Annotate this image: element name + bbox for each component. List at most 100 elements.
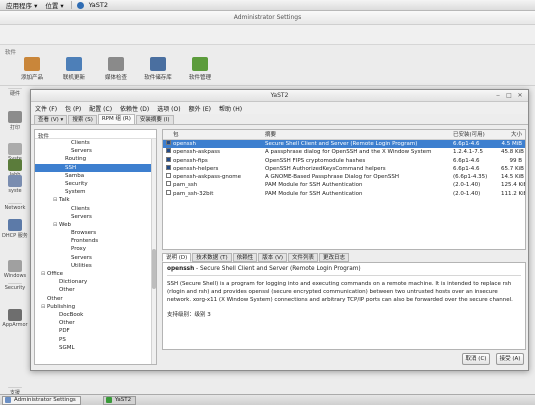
detail-tab-2[interactable]: 技术数据 (T) <box>192 253 232 262</box>
install-checkbox[interactable] <box>165 140 171 145</box>
detail-tab-5[interactable]: 文件列表 <box>288 253 319 262</box>
menu-item-5[interactable]: 选项 (O) <box>157 104 180 113</box>
taskbar-admin-settings[interactable]: Administrator Settings <box>2 395 81 405</box>
admin-left-item-8[interactable]: Windows <box>2 260 28 279</box>
detail-tab-4[interactable]: 版本 (V) <box>258 253 288 262</box>
maximize-icon[interactable]: □ <box>505 92 513 99</box>
menu-item-6[interactable]: 额外 (E) <box>189 104 211 113</box>
install-checkbox[interactable] <box>165 148 171 154</box>
taskbar-yast2[interactable]: YaST2 <box>102 395 137 405</box>
admin-left-item-10[interactable]: AppArmor <box>2 309 28 328</box>
admin-left-item-5[interactable]: syste <box>2 175 28 194</box>
admin-left-item-1[interactable]: 硬件 <box>2 88 28 97</box>
view-tab-4[interactable]: 安装摘要 (I) <box>135 115 174 124</box>
tree-item[interactable]: Dictionary <box>35 278 156 286</box>
tree-item[interactable]: Other <box>35 286 156 294</box>
yast2-window: YaST2 ‒ □ ✕ 文件 (F) 包 (P) 配置 (C) 依赖性 (D) 选项 (… <box>30 89 529 371</box>
admin-tool-4[interactable]: 软件储存库 <box>140 57 176 81</box>
admin-left-item-7[interactable]: DHCP 服务器 <box>2 219 28 239</box>
menu-item-3[interactable]: 配置 (C) <box>89 104 112 113</box>
view-tab-3[interactable]: RPM 组 (R) <box>97 114 135 124</box>
view-tab-1[interactable]: 查看 (V) ▾ <box>34 115 68 124</box>
tree-item[interactable]: Servers <box>35 213 156 221</box>
admin-tool-5[interactable]: 软件管理 <box>182 57 218 81</box>
admin-left-item-6[interactable]: Network <box>2 203 28 211</box>
tree-item[interactable]: Browsers <box>35 229 156 237</box>
detail-tab-3[interactable]: 依赖性 <box>232 253 258 262</box>
tree-item[interactable]: Clients <box>35 205 156 213</box>
package-size: 111.2 KiB <box>501 190 526 197</box>
cancel-button[interactable]: 取消 (C) <box>462 353 490 365</box>
menu-item-7[interactable]: 帮助 (H) <box>219 104 242 113</box>
view-tab-2[interactable]: 搜索 (S) <box>68 115 97 124</box>
tree-item[interactable]: Servers <box>35 147 156 155</box>
package-row[interactable]: openssh Secure Shell Client and Server (R… <box>163 140 525 149</box>
tree-item[interactable]: Proxy <box>35 245 156 253</box>
tree-item[interactable]: Routing <box>35 155 156 163</box>
accept-button[interactable]: 接受 (A) <box>496 353 524 365</box>
menu-item-2[interactable]: 包 (P) <box>65 104 81 113</box>
package-row[interactable]: openssh-fips OpenSSH FIPS cryptomodule ha… <box>163 156 525 165</box>
menu-item-1[interactable]: 文件 (F) <box>35 104 57 113</box>
module-icon <box>8 260 22 272</box>
applications-menu[interactable]: 应用程序 ▾ <box>3 0 42 10</box>
tree-item[interactable]: ⊟ Publishing <box>35 303 156 311</box>
package-version: 6.6p1-4.6 <box>453 157 480 164</box>
package-row[interactable]: openssh-askpass-gnome A GNOME-Based Passp… <box>163 173 525 181</box>
detail-tab-1[interactable]: 说明 (D) <box>162 253 192 262</box>
header-summary[interactable]: 摘要 <box>265 130 453 139</box>
package-row[interactable]: openssh-helpers OpenSSH AuthorizedKeysCom… <box>163 164 525 173</box>
rpm-group-tree[interactable]: 软件 Clients Servers Routing SSH Samba Security… <box>34 129 157 365</box>
tree-item-label: Servers <box>71 213 92 220</box>
tree-item[interactable]: Security <box>35 180 156 188</box>
admin-tool-1[interactable]: 添加产品 <box>14 57 50 81</box>
detail-tab-6[interactable]: 更改日志 <box>319 253 350 262</box>
install-checkbox[interactable] <box>165 189 171 195</box>
admin-left-label: DHCP 服务器 <box>2 233 28 239</box>
install-checkbox[interactable] <box>165 181 171 187</box>
close-icon[interactable]: ✕ <box>516 92 524 99</box>
places-menu[interactable]: 位置 ▾ <box>42 0 68 10</box>
menu-item-4[interactable]: 依赖性 (D) <box>120 104 149 113</box>
tree-item[interactable]: System <box>35 188 156 196</box>
admin-left-item-9[interactable]: Security <box>2 283 28 291</box>
header-package[interactable]: 包 <box>173 130 265 139</box>
tree-scrollbar[interactable] <box>151 139 156 364</box>
tree-item[interactable]: Other <box>35 319 156 327</box>
tree-item[interactable]: Frontends <box>35 237 156 245</box>
tree-item[interactable]: Servers <box>35 254 156 262</box>
taskbar: Administrator Settings YaST2 <box>0 394 535 405</box>
package-summary: OpenSSH AuthorizedKeysCommand helpers <box>265 165 386 172</box>
tree-item[interactable]: ⊟ Office <box>35 270 156 278</box>
install-checkbox[interactable] <box>165 156 171 162</box>
admin-tool-2[interactable]: 联机更新 <box>56 57 92 81</box>
header-size[interactable]: 大小 <box>501 130 525 139</box>
tree-item[interactable]: SGML <box>35 344 156 352</box>
tree-item[interactable]: DocBook <box>35 311 156 319</box>
tree-header: 软件 <box>35 130 156 140</box>
minimize-icon[interactable]: ‒ <box>494 92 502 99</box>
tree-item[interactable]: PDF <box>35 327 156 335</box>
tree-item[interactable]: ⊟ Web <box>35 221 156 229</box>
active-app-label[interactable]: YaST2 <box>86 1 113 9</box>
admin-left-item-2[interactable]: 打印 <box>2 111 28 131</box>
tree-scrollbar-thumb[interactable] <box>152 249 156 289</box>
header-check-column <box>163 130 173 139</box>
package-version: 6.6p1-4.6 <box>453 165 480 172</box>
header-installed[interactable]: 已安装(可用) <box>453 130 501 139</box>
tree-item-label: Proxy <box>71 246 87 253</box>
tree-item[interactable]: ⊟ Talk <box>35 196 156 204</box>
package-row[interactable]: pam_ssh-32bit PAM Module for SSH Authenti… <box>163 189 526 198</box>
tree-item[interactable]: Other <box>35 295 156 303</box>
tree-item[interactable]: Utilities <box>35 262 156 270</box>
tree-item[interactable]: Samba <box>35 172 156 180</box>
install-checkbox[interactable] <box>165 173 171 179</box>
yast2-titlebar[interactable]: YaST2 ‒ □ ✕ <box>31 90 528 102</box>
tree-item[interactable]: SSH <box>35 163 156 172</box>
admin-tool-3[interactable]: 媒体检查 <box>98 57 134 81</box>
tree-item[interactable]: Clients <box>35 139 156 147</box>
package-row[interactable]: openssh-askpass A passphrase dialog for O… <box>163 148 525 156</box>
package-row[interactable]: pam_ssh PAM Module for SSH Authentication… <box>163 181 525 189</box>
tree-item[interactable]: PS <box>35 336 156 344</box>
install-checkbox[interactable] <box>165 164 171 170</box>
